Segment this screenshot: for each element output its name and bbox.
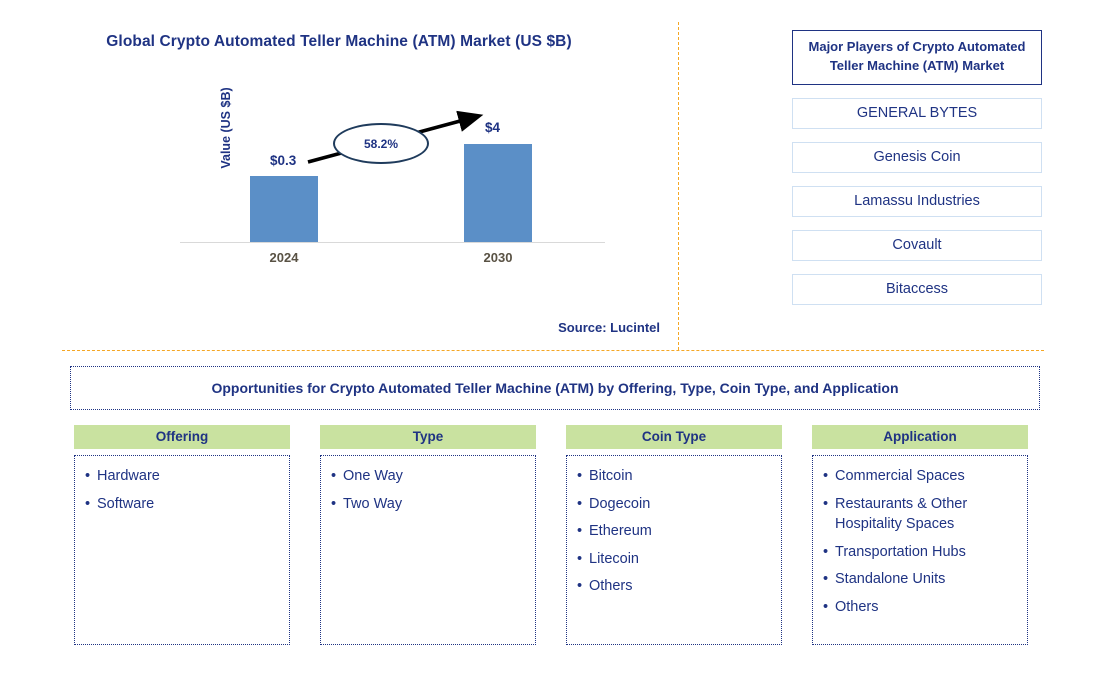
list-item: Others [823, 597, 1017, 618]
opportunities-banner: Opportunities for Crypto Automated Telle… [70, 366, 1040, 410]
major-players-header: Major Players of Crypto Automated Teller… [792, 30, 1042, 85]
column-application: Application Commercial Spaces Restaurant… [812, 425, 1028, 645]
list-item: Two Way [331, 494, 525, 515]
list-item: Hardware [85, 466, 279, 487]
chart-panel: Global Crypto Automated Teller Machine (… [0, 0, 678, 350]
column-header-offering: Offering [74, 425, 290, 449]
player-box-bitaccess[interactable]: Bitaccess [792, 273, 1042, 305]
column-body-coin-type: Bitcoin Dogecoin Ethereum Litecoin Other… [566, 455, 782, 645]
major-players-panel: Major Players of Crypto Automated Teller… [792, 30, 1042, 305]
column-body-type: One Way Two Way [320, 455, 536, 645]
player-label: Bitaccess [885, 280, 949, 297]
player-box-genesis-coin[interactable]: Genesis Coin [792, 141, 1042, 173]
list-item: Commercial Spaces [823, 466, 1017, 487]
source-note: Source: Lucintel [558, 320, 660, 335]
bar-chart-plot-area: Value (US $B) $0.3 $4 2024 2030 58.2% [175, 87, 615, 275]
horizontal-divider [62, 350, 1044, 351]
list-item: Standalone Units [823, 569, 1017, 590]
column-coin-type: Coin Type Bitcoin Dogecoin Ethereum Lite… [566, 425, 782, 645]
list-item: One Way [331, 466, 525, 487]
list-item: Dogecoin [577, 494, 771, 515]
column-type: Type One Way Two Way [320, 425, 536, 645]
player-label: GENERAL BYTES [856, 104, 978, 121]
chart-title: Global Crypto Automated Teller Machine (… [106, 33, 572, 50]
list-item: Transportation Hubs [823, 542, 1017, 563]
top-section: Global Crypto Automated Teller Machine (… [0, 0, 1106, 350]
list-item: Restaurants & Other Hospitality Spaces [823, 494, 1017, 535]
column-body-offering: Hardware Software [74, 455, 290, 645]
column-body-application: Commercial Spaces Restaurants & Other Ho… [812, 455, 1028, 645]
list-item: Others [577, 576, 771, 597]
vertical-divider [678, 22, 679, 350]
column-header-coin-type: Coin Type [566, 425, 782, 449]
cagr-value: 58.2% [363, 136, 399, 151]
cagr-bubble: 58.2% [333, 123, 429, 164]
opportunities-title: Opportunities for Crypto Automated Telle… [211, 380, 899, 396]
list-item: Bitcoin [577, 466, 771, 487]
column-header-application: Application [812, 425, 1028, 449]
list-item: Software [85, 494, 279, 515]
list-item: Ethereum [577, 521, 771, 542]
player-label: Genesis Coin [873, 148, 961, 165]
list-item: Litecoin [577, 549, 771, 570]
player-box-lamassu-industries[interactable]: Lamassu Industries [792, 185, 1042, 217]
player-box-general-bytes[interactable]: GENERAL BYTES [792, 97, 1042, 129]
column-offering: Offering Hardware Software [74, 425, 290, 645]
player-label: Covault [892, 236, 942, 253]
column-header-type: Type [320, 425, 536, 449]
player-box-covault[interactable]: Covault [792, 229, 1042, 261]
opportunity-columns: Offering Hardware Software Type One Way … [74, 425, 1034, 645]
player-label: Lamassu Industries [854, 192, 980, 209]
